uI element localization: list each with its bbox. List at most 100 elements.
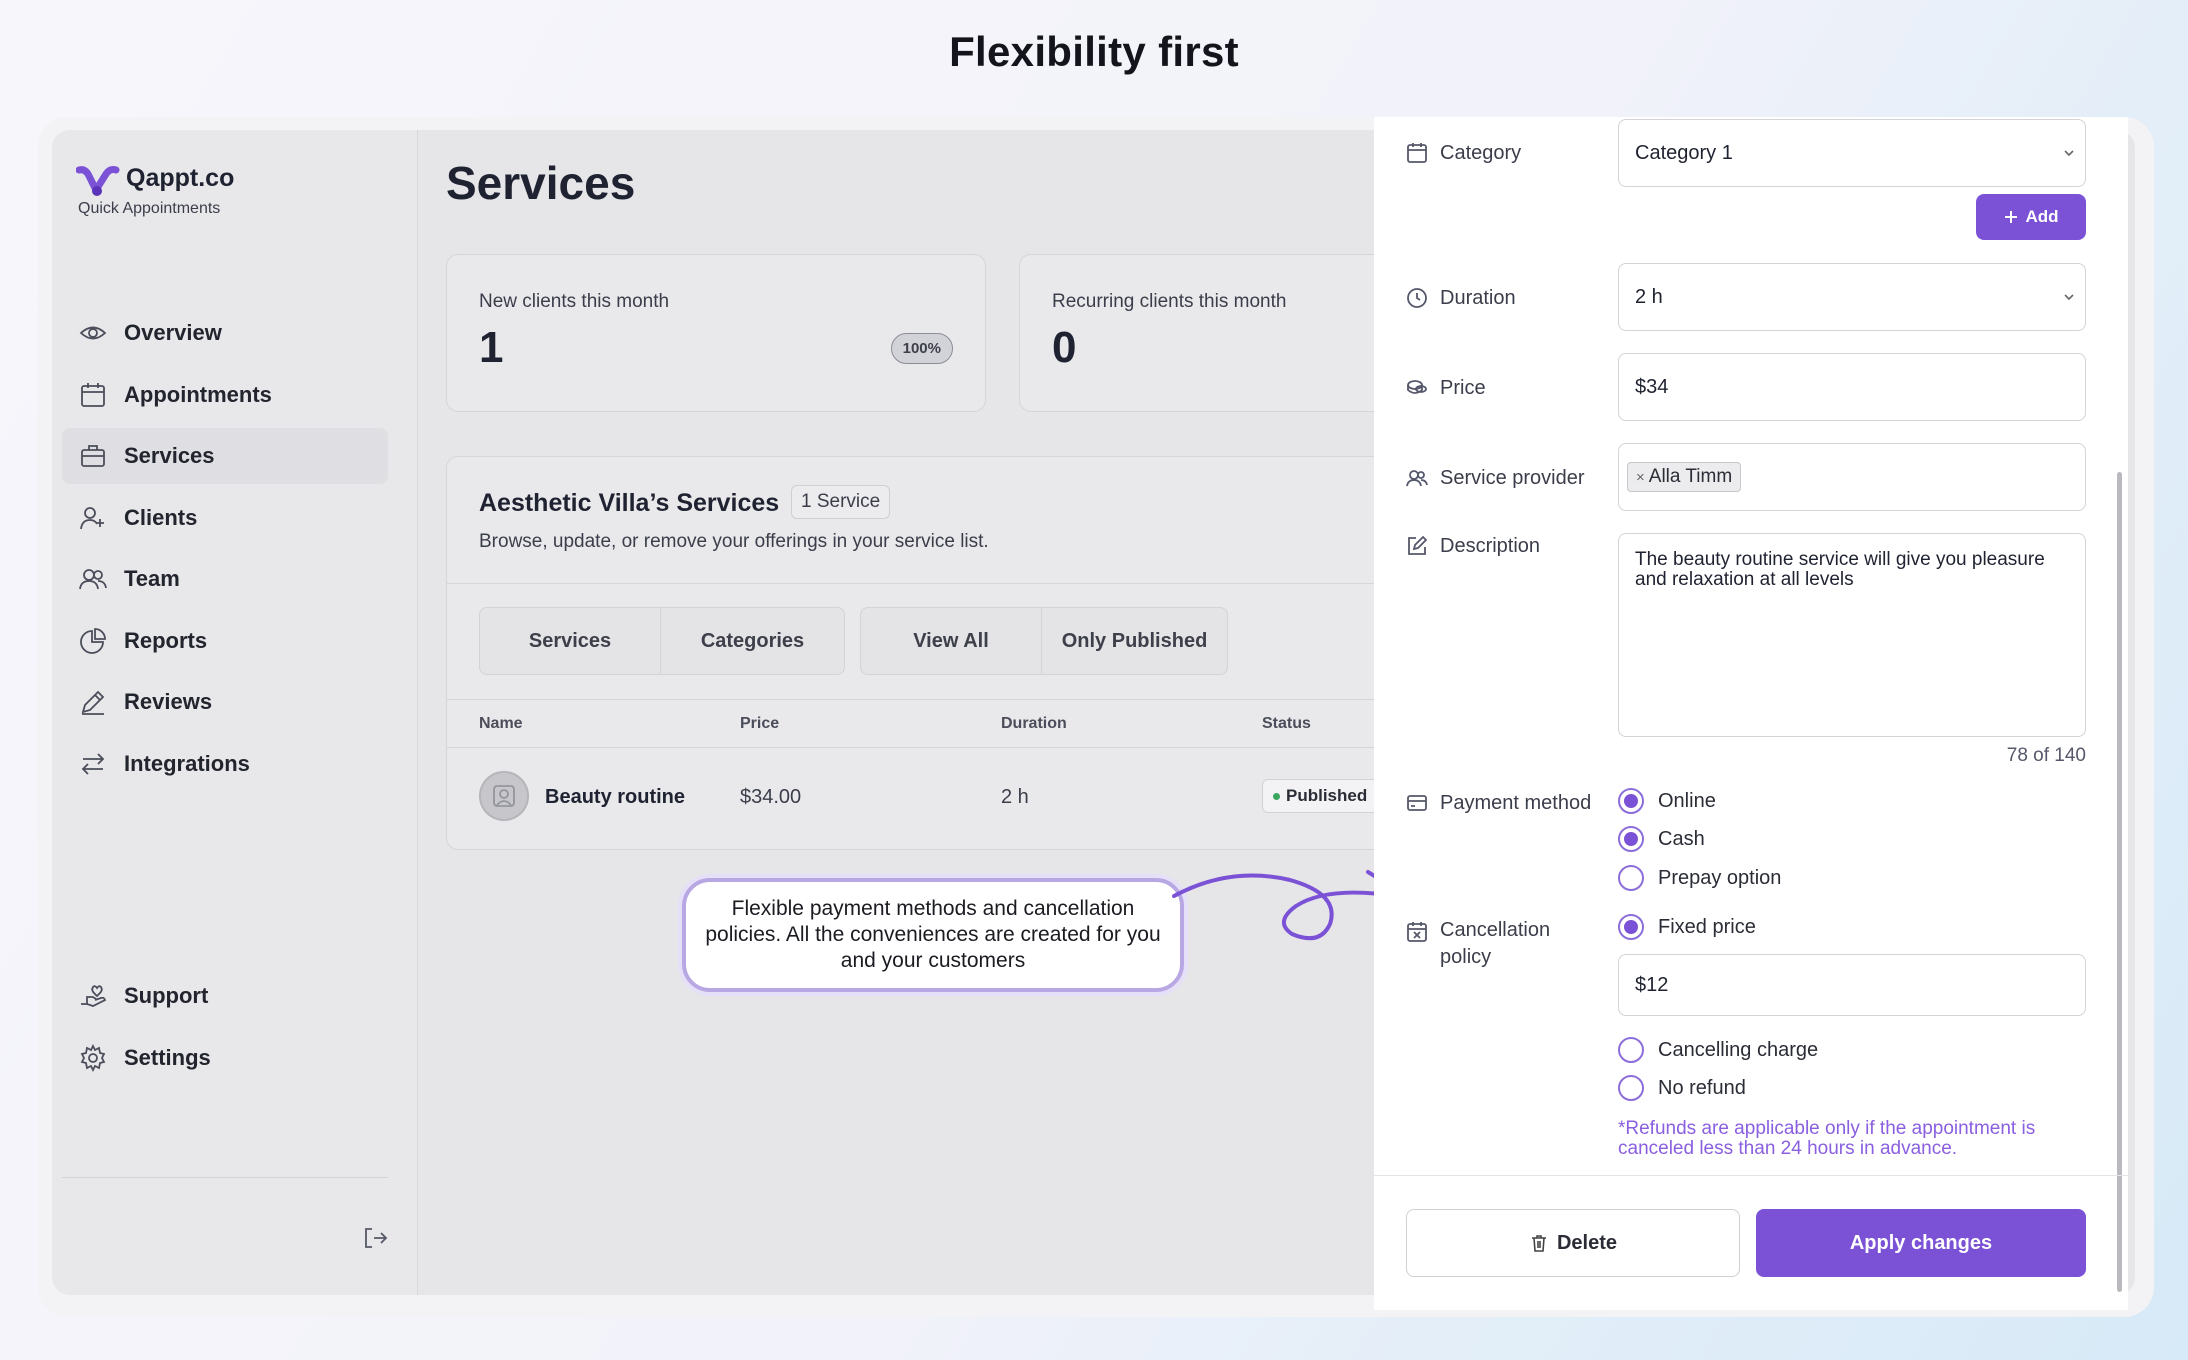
payment-option-online[interactable]: Online bbox=[1618, 788, 1716, 814]
radio-checked[interactable] bbox=[1618, 914, 1644, 940]
sidebar-item-appointments[interactable]: Appointments bbox=[62, 367, 388, 423]
hand-heart-icon bbox=[78, 981, 108, 1011]
stat-value: 1 bbox=[479, 323, 504, 372]
fixed-price-input[interactable]: $12 bbox=[1618, 954, 2086, 1016]
chevron-down-icon bbox=[2064, 294, 2074, 301]
sidebar: Qappt.co Quick Appointments Overview App… bbox=[52, 130, 418, 1295]
users-icon bbox=[1406, 467, 1430, 491]
panel-scrollbar[interactable] bbox=[2117, 472, 2122, 1292]
payment-method-label: Payment method bbox=[1406, 792, 1591, 816]
service-count-badge: 1 Service bbox=[791, 485, 891, 519]
trash-icon bbox=[1531, 1235, 1546, 1252]
panel-footer-divider bbox=[1374, 1175, 2128, 1176]
refund-note: *Refunds are applicable only if the appo… bbox=[1618, 1118, 2036, 1159]
logout-icon bbox=[365, 1228, 388, 1248]
sidebar-item-label: Team bbox=[124, 566, 180, 591]
status-label: Published bbox=[1286, 786, 1368, 805]
page-headline: Flexibility first bbox=[949, 28, 1239, 75]
price-label: Price bbox=[1406, 377, 1486, 401]
category-label: Category bbox=[1406, 142, 1521, 166]
tab-view-all[interactable]: View All bbox=[861, 608, 1043, 674]
cancellation-option-fixed-price[interactable]: Fixed price bbox=[1618, 914, 1756, 940]
percent-badge: 100% bbox=[890, 333, 953, 364]
duration-select[interactable]: 2 h bbox=[1618, 263, 2086, 331]
radio-unchecked[interactable] bbox=[1618, 1075, 1644, 1101]
price-input[interactable]: $34 bbox=[1618, 353, 2086, 421]
sidebar-item-settings[interactable]: Settings bbox=[62, 1030, 388, 1086]
sidebar-bottom-nav: Support Settings bbox=[62, 968, 388, 1091]
service-provider-input[interactable]: × Alla Timm bbox=[1618, 443, 2086, 511]
duration-label: Duration bbox=[1406, 287, 1516, 311]
sidebar-item-label: Services bbox=[124, 443, 215, 468]
sidebar-item-overview[interactable]: Overview bbox=[62, 305, 388, 361]
brand-name: Qappt.co bbox=[126, 164, 235, 192]
tab-only-published[interactable]: Only Published bbox=[1042, 608, 1227, 674]
cancellation-option-no-refund[interactable]: No refund bbox=[1618, 1075, 1746, 1101]
service-provider-label: Service provider bbox=[1406, 467, 1585, 491]
sidebar-nav: Overview Appointments Services Clients T… bbox=[62, 305, 388, 797]
edit-service-panel: Category Category 1 Add Duration 2 h Pri… bbox=[1374, 117, 2128, 1310]
calendar-x-icon bbox=[1406, 921, 1430, 945]
cancellation-policy-label: Cancellation policy bbox=[1406, 917, 1606, 971]
arrows-icon bbox=[78, 749, 108, 779]
calendar-icon bbox=[78, 380, 108, 410]
services-card-subtitle: Browse, update, or remove your offerings… bbox=[479, 531, 989, 552]
credit-card-icon bbox=[1406, 792, 1430, 816]
calendar-icon bbox=[1406, 142, 1430, 166]
sidebar-item-label: Reports bbox=[124, 627, 208, 653]
clock-icon bbox=[1406, 287, 1430, 311]
sidebar-item-label: Appointments bbox=[124, 381, 272, 407]
sidebar-item-clients[interactable]: Clients bbox=[62, 490, 388, 546]
sidebar-item-support[interactable]: Support bbox=[62, 968, 388, 1024]
sidebar-item-label: Overview bbox=[124, 320, 222, 345]
sidebar-item-team[interactable]: Team bbox=[62, 551, 388, 607]
coins-icon bbox=[1406, 377, 1430, 401]
service-price: $34.00 bbox=[740, 786, 802, 808]
tabs-filter: View All Only Published bbox=[860, 607, 1228, 675]
radio-checked[interactable] bbox=[1618, 788, 1644, 814]
payment-option-prepay[interactable]: Prepay option bbox=[1618, 865, 1781, 891]
briefcase-icon bbox=[78, 441, 108, 471]
tab-services[interactable]: Services bbox=[480, 608, 662, 674]
column-header-price[interactable]: Price bbox=[740, 715, 779, 733]
radio-unchecked[interactable] bbox=[1618, 1037, 1644, 1063]
add-category-button[interactable]: Add bbox=[1976, 194, 2086, 240]
radio-checked[interactable] bbox=[1618, 826, 1644, 852]
status-badge: Published bbox=[1262, 779, 1379, 813]
sidebar-item-label: Integrations bbox=[124, 750, 250, 776]
category-select[interactable]: Category 1 bbox=[1618, 119, 2086, 187]
sidebar-item-label: Clients bbox=[124, 504, 198, 530]
sidebar-item-reviews[interactable]: Reviews bbox=[62, 674, 388, 730]
logout-button[interactable] bbox=[362, 1225, 390, 1253]
service-avatar bbox=[479, 771, 529, 821]
sidebar-item-integrations[interactable]: Integrations bbox=[62, 736, 388, 792]
stat-value: 0 bbox=[1052, 323, 1077, 372]
stat-label: New clients this month bbox=[479, 291, 670, 312]
sidebar-item-label: Support bbox=[124, 983, 209, 1008]
cancellation-option-charge[interactable]: Cancelling charge bbox=[1618, 1037, 1818, 1063]
radio-unchecked[interactable] bbox=[1618, 865, 1644, 891]
payment-option-cash[interactable]: Cash bbox=[1618, 826, 1705, 852]
brand-tagline: Quick Appointments bbox=[78, 200, 221, 217]
sidebar-item-reports[interactable]: Reports bbox=[62, 613, 388, 669]
sidebar-item-label: Reviews bbox=[124, 689, 213, 714]
sidebar-item-services[interactable]: Services bbox=[62, 428, 388, 484]
stat-card-new-clients: New clients this month 1 100% bbox=[446, 254, 986, 412]
chevron-down-icon bbox=[2064, 150, 2074, 157]
description-textarea[interactable]: The beauty routine service will give you… bbox=[1618, 533, 2086, 737]
service-duration: 2 h bbox=[1001, 786, 1029, 808]
tab-categories[interactable]: Categories bbox=[661, 608, 844, 674]
apply-changes-button[interactable]: Apply changes bbox=[1756, 1209, 2086, 1277]
column-header-status[interactable]: Status bbox=[1262, 715, 1311, 733]
user-plus-icon bbox=[78, 503, 108, 533]
pencil-icon bbox=[78, 687, 108, 717]
provider-chip[interactable]: × Alla Timm bbox=[1627, 462, 1742, 492]
description-label: Description bbox=[1406, 535, 1540, 559]
edit-icon bbox=[1406, 535, 1430, 559]
remove-chip-icon[interactable]: × bbox=[1636, 469, 1645, 486]
delete-button[interactable]: Delete bbox=[1406, 1209, 1740, 1277]
column-header-duration[interactable]: Duration bbox=[1001, 715, 1067, 733]
image-placeholder-icon bbox=[493, 785, 515, 807]
users-icon bbox=[78, 564, 108, 594]
column-header-name[interactable]: Name bbox=[479, 715, 523, 733]
